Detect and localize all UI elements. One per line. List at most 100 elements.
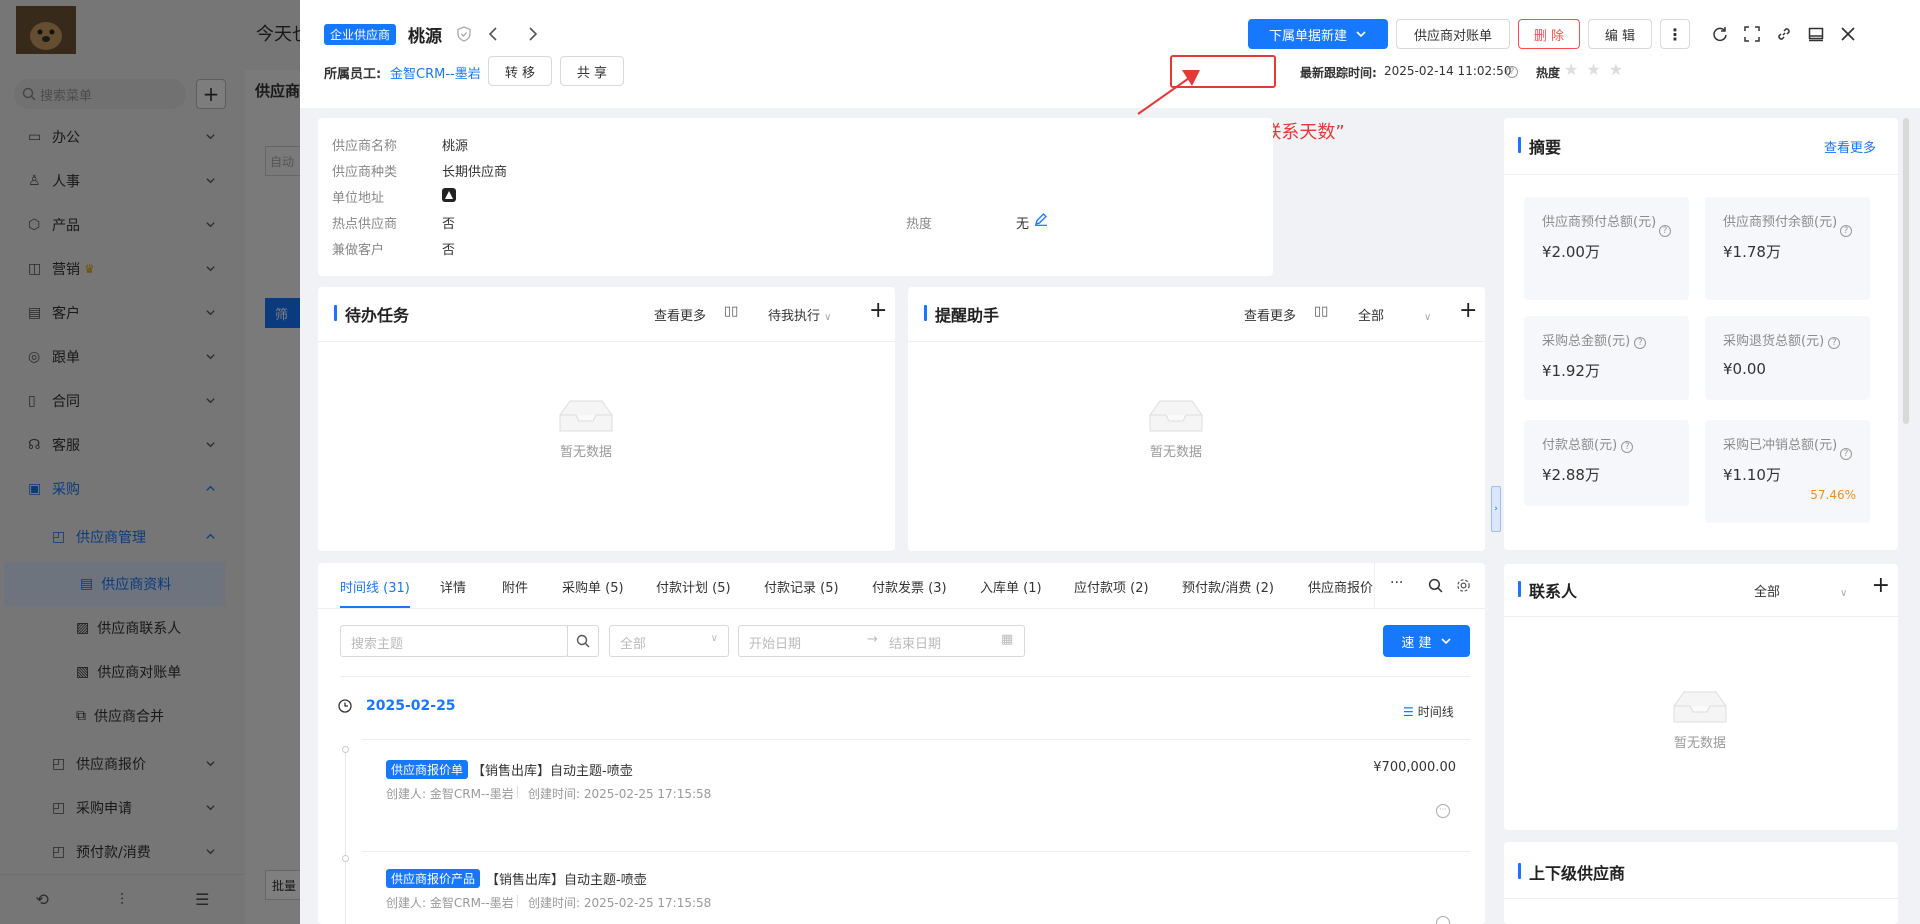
- parent-divider: [1504, 898, 1898, 899]
- new-sub-document-label: 下属单据新建: [1268, 28, 1347, 44]
- chevron-down-icon: ∨: [1424, 312, 1432, 323]
- tab-stock-in[interactable]: 入库单 (1): [980, 577, 1042, 596]
- tab-supplier-quote[interactable]: 供应商报价: [1308, 577, 1378, 596]
- entry-creator: 创建人: 金智CRM--墨岩: [386, 787, 514, 801]
- edit-button[interactable]: 编 辑: [1588, 19, 1652, 49]
- todo-more-link[interactable]: 查看更多: [654, 305, 706, 324]
- empty-box-icon: [1673, 691, 1727, 723]
- timeline-search-button[interactable]: [567, 625, 599, 657]
- tab-payment-records[interactable]: 付款记录 (5): [764, 577, 839, 596]
- help-icon[interactable]: ?: [1828, 337, 1841, 349]
- fullscreen-icon[interactable]: [1744, 26, 1760, 42]
- todo-divider: [318, 341, 895, 342]
- help-icon[interactable]: ?: [1840, 448, 1852, 460]
- contacts-filter-select[interactable]: 全部 ∨: [1754, 581, 1847, 600]
- timeline-entry[interactable]: 供应商报价单 【销售出库】自动主题-喷壶 ¥700,000.00 创建人: 金智…: [362, 739, 1470, 849]
- chevron-down-icon: [1356, 31, 1366, 38]
- last-track-label: 最新跟踪时间:: [1300, 66, 1377, 80]
- book-icon[interactable]: ▯▯: [1314, 304, 1328, 319]
- todo-filter-value: 待我执行: [768, 309, 821, 324]
- modal-overlay[interactable]: [0, 0, 300, 924]
- search-icon[interactable]: [1428, 578, 1443, 593]
- tab-payment-plans[interactable]: 付款计划 (5): [656, 577, 731, 596]
- supplier-detail-drawer: 企业供应商 桃源 所属员工: 金智CRM--墨岩 转 移 共 享 下属单据新建 …: [300, 0, 1920, 924]
- contacts-filter-value: 全部: [1754, 585, 1781, 600]
- delete-button[interactable]: 删 除: [1518, 19, 1580, 49]
- panel-toggle-handle[interactable]: ›: [1491, 486, 1501, 532]
- todo-title: 待办任务: [334, 302, 409, 326]
- info-value-hot: 否: [442, 213, 455, 232]
- timeline-dot: [342, 855, 349, 862]
- timeline-search-input[interactable]: 搜索主题: [340, 625, 568, 657]
- tab-bar-divider: [318, 608, 1485, 609]
- help-icon[interactable]: ?: [1659, 225, 1671, 237]
- new-sub-document-button[interactable]: 下属单据新建: [1248, 19, 1388, 49]
- heat-rating[interactable]: ★★★: [1564, 60, 1631, 79]
- info-value-kind: 长期供应商: [442, 161, 507, 180]
- contacts-title: 联系人: [1518, 578, 1577, 602]
- edit-pencil-icon[interactable]: [1034, 212, 1048, 226]
- prev-record-icon[interactable]: [486, 26, 502, 42]
- refresh-icon[interactable]: [1712, 26, 1728, 42]
- writeoff-percent: 57.46%: [1810, 488, 1856, 502]
- entry-title[interactable]: 【销售出库】自动主题-喷壶: [486, 869, 647, 888]
- entry-meta-separator: [517, 786, 518, 798]
- empty-box-icon: [1149, 400, 1203, 432]
- help-icon[interactable]: ?: [1506, 66, 1518, 78]
- reminder-more-link[interactable]: 查看更多: [1244, 305, 1296, 324]
- contacts-divider: [1504, 616, 1898, 617]
- tab-timeline[interactable]: 时间线 (31): [340, 577, 410, 596]
- reminder-filter-select[interactable]: 全部 ∨: [1358, 305, 1431, 324]
- end-date-placeholder: 结束日期: [889, 637, 942, 652]
- timeline-view-toggle[interactable]: ☰ 时间线: [1403, 703, 1454, 720]
- tab-prepay[interactable]: 预付款/消费 (2): [1182, 577, 1274, 596]
- link-icon[interactable]: [1776, 26, 1792, 42]
- entry-created-time: 创建时间: 2025-02-25 17:15:58: [528, 787, 712, 801]
- todo-filter-select[interactable]: 待我执行 ∨: [768, 305, 831, 324]
- clock-icon: [338, 699, 352, 713]
- dock-icon[interactable]: [1808, 26, 1824, 42]
- supplier-statement-button[interactable]: 供应商对账单: [1396, 19, 1510, 49]
- book-icon[interactable]: ▯▯: [724, 304, 738, 319]
- timeline-date: 2025-02-25: [366, 698, 456, 714]
- transfer-button[interactable]: 转 移: [488, 56, 552, 86]
- comment-icon[interactable]: ···: [1436, 804, 1450, 818]
- summary-value: ¥1.10万: [1723, 466, 1781, 484]
- star-icon[interactable]: ★: [1609, 60, 1631, 79]
- tab-attachments[interactable]: 附件: [502, 577, 528, 596]
- timeline-entry[interactable]: 供应商报价产品 【销售出库】自动主题-喷壶 创建人: 金智CRM--墨岩 创建时…: [362, 851, 1470, 924]
- more-actions-button[interactable]: ⋮: [1660, 19, 1690, 49]
- comment-icon[interactable]: [1436, 916, 1450, 924]
- next-record-icon[interactable]: [524, 26, 540, 42]
- quick-create-button[interactable]: 速 建: [1383, 625, 1470, 657]
- field-label: 单位地址: [332, 191, 385, 206]
- search-placeholder: 搜索主题: [351, 637, 404, 652]
- owner-value[interactable]: 金智CRM--墨岩: [390, 63, 481, 82]
- more-tabs-icon[interactable]: ···: [1390, 575, 1403, 591]
- tab-payment-invoices[interactable]: 付款发票 (3): [872, 577, 947, 596]
- supplier-type-badge: 企业供应商: [324, 24, 397, 45]
- close-icon[interactable]: [1840, 26, 1856, 42]
- tab-details[interactable]: 详情: [440, 577, 466, 596]
- map-icon[interactable]: [442, 188, 456, 202]
- todo-add-icon[interactable]: +: [869, 298, 887, 323]
- share-button[interactable]: 共 享: [560, 56, 624, 86]
- tab-purchase-orders[interactable]: 采购单 (5): [562, 577, 624, 596]
- contacts-add-icon[interactable]: +: [1872, 573, 1890, 598]
- drawer-scrollbar[interactable]: [1903, 118, 1909, 424]
- help-icon[interactable]: ?: [1840, 225, 1852, 237]
- summary-more-link[interactable]: 查看更多: [1824, 137, 1876, 156]
- shield-icon[interactable]: [456, 26, 472, 42]
- entry-title[interactable]: 【销售出库】自动主题-喷壶: [472, 760, 633, 779]
- tab-payables[interactable]: 应付款项 (2): [1074, 577, 1149, 596]
- settings-gear-icon[interactable]: [1456, 578, 1471, 593]
- entry-type-tag: 供应商报价产品: [386, 869, 481, 888]
- timeline-type-select[interactable]: 全部 ∨: [609, 625, 729, 657]
- star-icon[interactable]: ★: [1564, 60, 1586, 79]
- timeline-date-range[interactable]: 开始日期 → 结束日期 ▦: [738, 625, 1025, 657]
- help-icon[interactable]: ?: [1621, 441, 1634, 453]
- star-icon[interactable]: ★: [1586, 60, 1608, 79]
- chevron-down-icon: ∨: [824, 312, 832, 323]
- help-icon[interactable]: ?: [1634, 337, 1647, 349]
- reminder-add-icon[interactable]: +: [1459, 298, 1477, 323]
